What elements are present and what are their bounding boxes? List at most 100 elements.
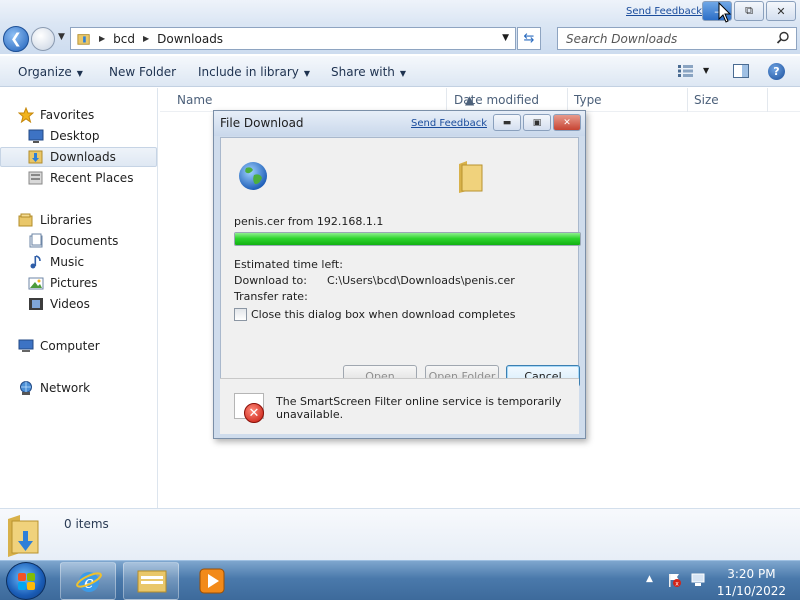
taskbar-windows-explorer[interactable] bbox=[123, 562, 179, 600]
dialog-controls: ▬ ▣ ✕ bbox=[493, 114, 581, 131]
navigation-pane: Favorites Desktop Downloads Recent Place… bbox=[0, 88, 158, 508]
sidebar-favorites[interactable]: Favorites bbox=[18, 105, 94, 125]
send-feedback-link[interactable]: Send Feedback bbox=[626, 6, 702, 17]
column-name[interactable]: Name bbox=[177, 93, 212, 107]
start-button[interactable] bbox=[6, 562, 46, 600]
breadcrumb-separator-icon: ▶ bbox=[99, 34, 106, 43]
column-size[interactable]: Size bbox=[694, 93, 719, 107]
error-x-icon: ✕ bbox=[244, 403, 264, 423]
taskbar-internet-explorer[interactable]: e bbox=[60, 562, 116, 600]
sidebar-item-videos[interactable]: Videos bbox=[28, 294, 90, 314]
search-icon[interactable] bbox=[776, 31, 790, 45]
close-when-done-label[interactable]: Close this dialog box when download comp… bbox=[251, 308, 515, 321]
svg-text:x: x bbox=[675, 581, 679, 588]
internet-explorer-icon: e bbox=[76, 572, 102, 593]
breadcrumb-downloads[interactable]: Downloads bbox=[157, 32, 223, 46]
destination-folder-icon bbox=[459, 161, 483, 193]
download-to-path: C:\Users\bcd\Downloads\penis.cer bbox=[327, 274, 515, 287]
search-box[interactable] bbox=[557, 27, 797, 50]
column-header: ▲ Name Date modified Type Size bbox=[160, 88, 800, 112]
dialog-titlebar[interactable]: File Download Send Feedback ▬ ▣ ✕ bbox=[214, 111, 585, 136]
forward-button[interactable] bbox=[31, 27, 55, 51]
sidebar-network-label: Network bbox=[40, 381, 91, 395]
dialog-maximize-button[interactable]: ▣ bbox=[523, 114, 551, 131]
new-folder-button[interactable]: New Folder bbox=[109, 65, 176, 79]
pictures-icon bbox=[28, 277, 44, 290]
sidebar-computer[interactable]: Computer bbox=[18, 336, 100, 356]
file-download-dialog: File Download Send Feedback ▬ ▣ ✕ penis.… bbox=[213, 110, 586, 439]
sidebar-item-documents[interactable]: Documents bbox=[28, 231, 118, 251]
breadcrumb-separator-icon: ▶ bbox=[143, 34, 150, 43]
action-center-flag-icon[interactable]: x bbox=[666, 572, 682, 588]
sidebar-item-desktop[interactable]: Desktop bbox=[28, 126, 100, 146]
address-dropdown-icon[interactable]: ▼ bbox=[502, 33, 509, 43]
sidebar-item-pictures[interactable]: Pictures bbox=[28, 273, 98, 293]
libraries-icon bbox=[18, 213, 33, 227]
command-bar: Organize ▼ New Folder Include in library ▼… bbox=[0, 56, 800, 87]
column-date-modified[interactable]: Date modified bbox=[454, 93, 539, 107]
sidebar-item-downloads[interactable]: Downloads bbox=[0, 147, 157, 167]
checkbox-box[interactable] bbox=[234, 308, 247, 321]
sidebar-computer-label: Computer bbox=[40, 339, 100, 353]
smartscreen-error-icon: ✕ bbox=[234, 393, 264, 423]
column-divider[interactable] bbox=[767, 88, 768, 112]
close-button[interactable]: ✕ bbox=[766, 1, 796, 21]
sidebar-libraries-label: Libraries bbox=[40, 213, 92, 227]
sidebar-network[interactable]: Network bbox=[18, 378, 90, 398]
column-divider[interactable] bbox=[687, 88, 688, 112]
dialog-send-feedback-link[interactable]: Send Feedback bbox=[411, 118, 487, 129]
sidebar-libraries[interactable]: Libraries bbox=[18, 210, 92, 230]
column-divider[interactable] bbox=[446, 88, 447, 112]
smartscreen-message-line1: The SmartScreen Filter online service is… bbox=[276, 395, 562, 408]
window-titlebar: Send Feedback – ⧉ ✕ bbox=[0, 0, 800, 24]
taskbar-media-player[interactable] bbox=[192, 562, 232, 600]
clock-date: 11/10/2022 bbox=[716, 584, 786, 598]
chevron-down-icon: ▼ bbox=[76, 69, 83, 78]
help-icon[interactable]: ? bbox=[768, 63, 785, 80]
close-when-done-checkbox[interactable]: Close this dialog box when download comp… bbox=[234, 308, 515, 321]
breadcrumb-bcd[interactable]: bcd bbox=[113, 32, 135, 46]
refresh-button[interactable]: ⇆ bbox=[517, 27, 541, 50]
share-with-menu[interactable]: Share with ▼ bbox=[331, 65, 406, 79]
sidebar-item-label: Pictures bbox=[50, 276, 98, 290]
back-arrow-icon: ❮ bbox=[10, 31, 22, 47]
download-progress-bar bbox=[234, 232, 581, 246]
refresh-icon: ⇆ bbox=[523, 31, 535, 46]
sidebar-item-label: Recent Places bbox=[50, 171, 134, 185]
sidebar-item-label: Documents bbox=[50, 234, 119, 248]
search-input[interactable] bbox=[566, 31, 766, 46]
show-hidden-icons-icon[interactable]: ▲ bbox=[646, 574, 653, 584]
media-player-icon bbox=[199, 568, 225, 594]
address-bar[interactable]: ▶ bcd ▶ Downloads ▼ bbox=[70, 27, 516, 50]
window-controls: – ⧉ ✕ bbox=[702, 1, 796, 21]
include-in-library-menu[interactable]: Include in library ▼ bbox=[198, 65, 310, 79]
dialog-minimize-button[interactable]: ▬ bbox=[493, 114, 521, 131]
system-clock[interactable]: 3:20 PM 11/10/2022 bbox=[717, 566, 786, 600]
column-type[interactable]: Type bbox=[574, 93, 602, 107]
preview-pane-icon[interactable] bbox=[733, 64, 749, 78]
globe-icon bbox=[239, 162, 267, 190]
recent-places-icon bbox=[28, 171, 43, 185]
sidebar-item-label: Music bbox=[50, 255, 85, 269]
restore-button[interactable]: ⧉ bbox=[734, 1, 764, 21]
change-view-icon[interactable] bbox=[678, 65, 694, 77]
music-icon bbox=[30, 255, 41, 269]
view-options-dropdown[interactable]: ▼ bbox=[703, 66, 709, 75]
chevron-down-icon: ▼ bbox=[303, 69, 311, 78]
folder-download-icon bbox=[77, 33, 90, 45]
network-status-icon[interactable] bbox=[690, 572, 706, 588]
dialog-close-button[interactable]: ✕ bbox=[553, 114, 581, 131]
mouse-cursor-icon bbox=[718, 2, 732, 23]
transfer-rate-label: Transfer rate: bbox=[234, 290, 308, 303]
back-button[interactable]: ❮ bbox=[3, 26, 29, 52]
organize-menu[interactable]: Organize ▼ bbox=[18, 65, 83, 79]
recent-pages-dropdown[interactable]: ▼ bbox=[58, 32, 65, 42]
column-divider[interactable] bbox=[567, 88, 568, 112]
documents-icon bbox=[29, 233, 43, 248]
system-tray: ▲ x 3:20 PM 11/10/2022 bbox=[640, 562, 800, 600]
clock-time: 3:20 PM bbox=[727, 567, 776, 581]
chevron-down-icon: ▼ bbox=[399, 69, 407, 78]
sidebar-item-recent-places[interactable]: Recent Places bbox=[28, 168, 133, 188]
sidebar-item-music[interactable]: Music bbox=[28, 252, 84, 272]
download-file-line: penis.cer from 192.168.1.1 bbox=[234, 215, 384, 228]
